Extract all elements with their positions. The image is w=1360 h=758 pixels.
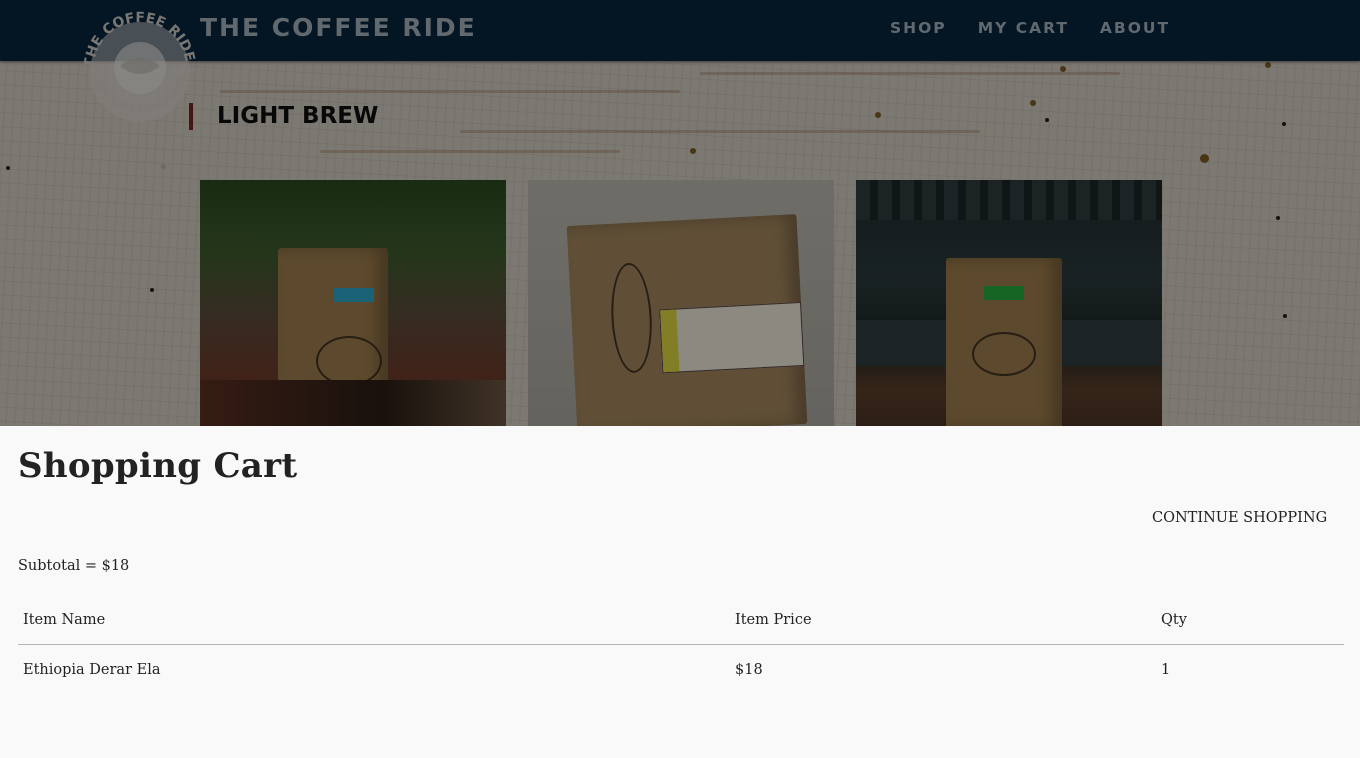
cart-title: Shopping Cart — [18, 446, 298, 486]
column-header-item-name: Item Name — [18, 602, 730, 645]
table-header-row: Item Name Item Price Qty — [18, 602, 1344, 645]
item-price-cell: $18 — [735, 662, 763, 678]
cart-items-table: Item Name Item Price Qty Ethiopia Derar … — [18, 602, 1344, 688]
column-header-qty: Qty — [1156, 602, 1344, 645]
column-header-item-price: Item Price — [730, 602, 1156, 645]
continue-shopping-link[interactable]: CONTINUE SHOPPING — [1152, 510, 1327, 526]
shopping-cart-panel: Shopping Cart CONTINUE SHOPPING Subtotal… — [0, 426, 1360, 758]
item-name-cell: Ethiopia Derar Ela — [23, 662, 161, 678]
table-row: Ethiopia Derar Ela $18 1 — [18, 645, 1344, 689]
item-qty-cell: 1 — [1161, 662, 1171, 678]
cart-subtotal: Subtotal = $18 — [18, 558, 130, 574]
